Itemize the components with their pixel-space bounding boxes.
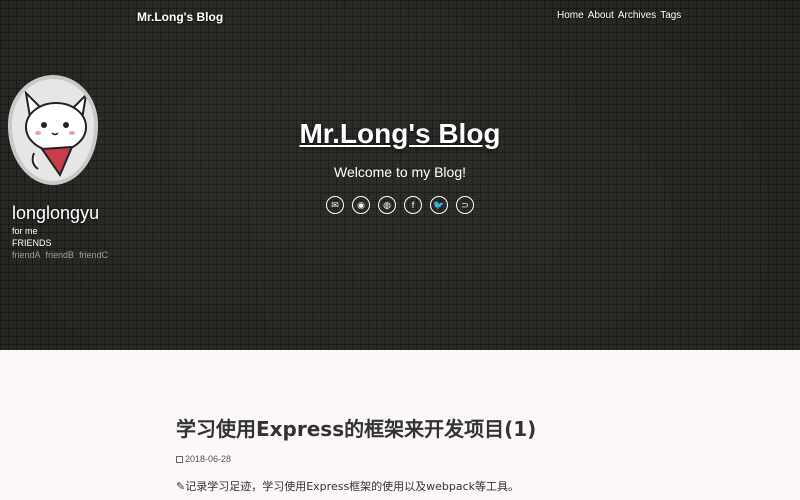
nav-about-link[interactable]: About	[588, 10, 614, 21]
nav-tags-link[interactable]: Tags	[660, 10, 681, 21]
hero: Mr.Long's Blog Welcome to my Blog! ✉ ◉ ◍…	[0, 118, 800, 214]
friends-heading: FRIENDS	[12, 238, 52, 248]
weibo-icon[interactable]: ◍	[378, 196, 396, 214]
top-nav: Home About Archives Tags	[557, 10, 681, 21]
post-excerpt: ✎记录学习足迹，学习使用Express框架的使用以及webpack等工具。	[176, 480, 520, 493]
friends-list: friendA friendB friendC	[12, 250, 118, 260]
post-date: 2018-06-28	[185, 454, 232, 464]
calendar-icon	[176, 455, 183, 463]
twitter-icon[interactable]: 🐦	[430, 196, 448, 214]
friend-link-a[interactable]: friendA	[12, 250, 41, 260]
rss-icon[interactable]: ⊃	[456, 196, 474, 214]
post-meta: 2018-06-28	[176, 454, 676, 464]
friend-link-c[interactable]: friendC	[79, 250, 108, 260]
brand-link[interactable]: Mr.Long's Blog	[137, 10, 223, 24]
friend-link-b[interactable]: friendB	[46, 250, 75, 260]
hero-subtitle: Welcome to my Blog!	[333, 164, 466, 180]
social-links: ✉ ◉ ◍ f 🐦 ⊃	[0, 196, 800, 214]
nav-home-link[interactable]: Home	[557, 10, 584, 21]
profile-tagline: for me	[12, 226, 38, 236]
post-preview: 学习使用Express的框架来开发项目(1) 2018-06-28 ✎记录学习足…	[176, 413, 676, 494]
facebook-icon[interactable]: f	[404, 196, 422, 214]
post-title-link[interactable]: 学习使用Express的框架来开发项目(1)	[176, 413, 676, 442]
hero-title: Mr.Long's Blog	[299, 118, 501, 149]
nav-archives-link[interactable]: Archives	[618, 10, 656, 21]
github-icon[interactable]: ◉	[352, 196, 370, 214]
envelope-icon[interactable]: ✉	[326, 196, 344, 214]
